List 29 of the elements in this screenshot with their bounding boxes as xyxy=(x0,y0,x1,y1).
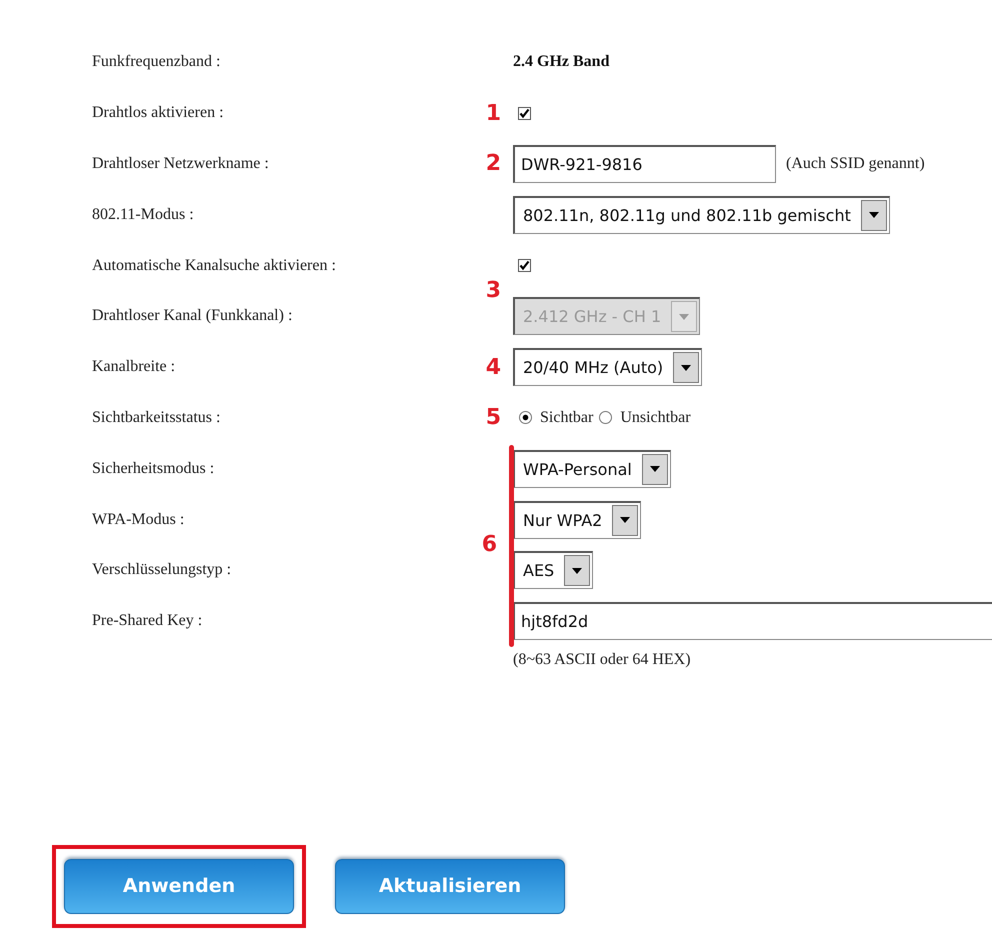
field-label: 802.11-Modus : xyxy=(92,204,195,225)
field-label: Sichtbarkeitsstatus : xyxy=(92,408,222,428)
step-number: 3 xyxy=(486,278,501,304)
radio-button[interactable] xyxy=(599,411,612,424)
step-number: 6 xyxy=(482,532,497,558)
field-label: Kanalbreite : xyxy=(92,357,176,378)
field-label: WPA-Modus : xyxy=(92,510,186,530)
text-input[interactable]: hjt8fd2d xyxy=(513,602,992,640)
field-note: (Auch SSID genannt) xyxy=(786,154,925,173)
field-label: Drahtloser Netzwerkname : xyxy=(92,154,270,174)
text-input[interactable]: DWR-921-9816 xyxy=(513,144,776,183)
checkbox[interactable] xyxy=(518,106,531,120)
checkbox[interactable] xyxy=(518,259,531,272)
radio-button[interactable] xyxy=(519,411,532,424)
field-label: Pre-Shared Key : xyxy=(92,611,204,632)
step-number: 2 xyxy=(486,151,501,176)
field-label: Drahtlos aktivieren : xyxy=(92,103,225,124)
field-label: Funkfrequenzband : xyxy=(92,52,222,72)
step-number: 1 xyxy=(486,100,501,126)
field-hint: (8~63 ASCII oder 64 HEX) xyxy=(513,650,691,669)
step-number: 4 xyxy=(486,354,501,380)
radio-label: Sichtbar xyxy=(540,408,594,427)
radio-label: Unsichtbar xyxy=(620,408,691,427)
field-label: Verschlüsselungstyp : xyxy=(92,560,232,580)
field-label: Drahtloser Kanal (Funkkanal) : xyxy=(92,306,294,326)
field-label: Automatische Kanalsuche aktivieren : xyxy=(92,256,337,276)
field-label: Sicherheitsmodus : xyxy=(92,458,216,479)
field-value: 2.4 GHz Band xyxy=(513,53,610,72)
step-number: 5 xyxy=(486,405,501,430)
